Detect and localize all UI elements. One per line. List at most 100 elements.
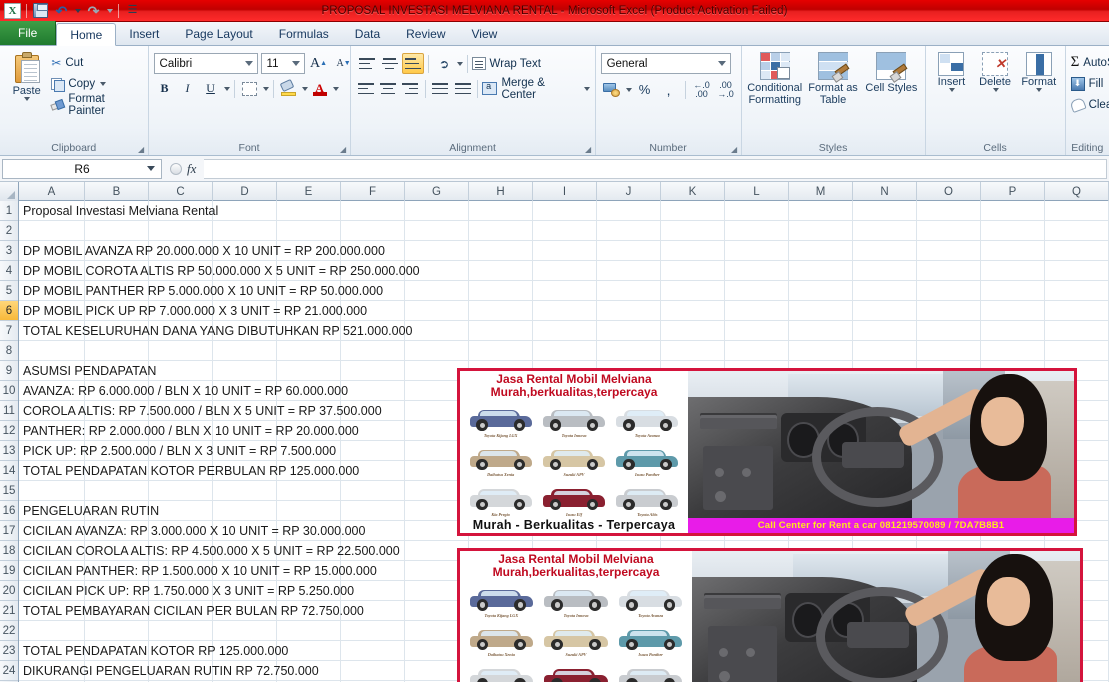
number-format-combo[interactable]: General [600, 53, 731, 74]
cell-G3[interactable] [405, 241, 469, 261]
column-header-P[interactable]: P [981, 182, 1045, 201]
copy-button[interactable]: Copy [48, 74, 142, 93]
cell-G2[interactable] [405, 221, 469, 241]
number-format-dropdown-icon[interactable] [717, 61, 726, 66]
cell-L7[interactable] [725, 321, 789, 341]
align-top-button[interactable] [356, 53, 378, 74]
column-header-B[interactable]: B [85, 182, 149, 201]
row-headers[interactable]: 1234567891011121314151617181920212223242… [0, 201, 19, 682]
cell-H4[interactable] [469, 261, 533, 281]
cell-Q3[interactable] [1045, 241, 1109, 261]
grid-row-5[interactable]: DP MOBIL PANTHER RP 5.000.000 X 10 UNIT … [19, 281, 1109, 301]
increase-indent-button[interactable] [452, 78, 473, 99]
cell-P6[interactable] [981, 301, 1045, 321]
ad-image-top[interactable]: Jasa Rental Mobil Melviana Murah,berkual… [457, 368, 1077, 536]
undo-icon[interactable]: ↶ [52, 2, 71, 20]
cell-Q8[interactable] [1045, 341, 1109, 361]
cell-M4[interactable] [789, 261, 853, 281]
cell-L6[interactable] [725, 301, 789, 321]
cell-C22[interactable] [149, 621, 213, 641]
cell-I7[interactable] [533, 321, 597, 341]
italic-button[interactable]: I [177, 78, 199, 99]
font-color-button[interactable]: A [309, 78, 331, 99]
tab-file[interactable]: File [0, 21, 57, 45]
cell-J2[interactable] [597, 221, 661, 241]
cell-K3[interactable] [661, 241, 725, 261]
cell-E22[interactable] [277, 621, 341, 641]
column-header-K[interactable]: K [661, 182, 725, 201]
format-as-table-button[interactable]: Format as Table [805, 49, 861, 106]
row-header-18[interactable]: 18 [0, 541, 18, 561]
comma-style-button[interactable]: , [658, 79, 680, 100]
cell-K1[interactable] [661, 201, 725, 221]
cell-P7[interactable] [981, 321, 1045, 341]
cell-L5[interactable] [725, 281, 789, 301]
row-header-12[interactable]: 12 [0, 421, 18, 441]
cell-O6[interactable] [917, 301, 981, 321]
row-header-11[interactable]: 11 [0, 401, 18, 421]
row-header-22[interactable]: 22 [0, 621, 18, 641]
delete-cells-button[interactable]: ✕ Delete [974, 49, 1016, 92]
alignment-dialog-launcher-icon[interactable]: ◢ [584, 145, 593, 154]
cell-Q7[interactable] [1045, 321, 1109, 341]
cell-J6[interactable] [597, 301, 661, 321]
name-box[interactable]: R6 [2, 158, 162, 179]
merge-dropdown-icon[interactable] [583, 86, 590, 91]
cell-I3[interactable] [533, 241, 597, 261]
column-header-O[interactable]: O [917, 182, 981, 201]
cell-L1[interactable] [725, 201, 789, 221]
paste-dropdown-icon[interactable] [24, 97, 31, 101]
cell-H8[interactable] [469, 341, 533, 361]
tab-formulas[interactable]: Formulas [266, 22, 342, 45]
cell-N3[interactable] [853, 241, 917, 261]
redo-dropdown-icon[interactable] [105, 2, 114, 20]
redo-icon[interactable]: ↷ [84, 2, 103, 20]
row-header-7[interactable]: 7 [0, 321, 18, 341]
cell-J3[interactable] [597, 241, 661, 261]
cell-I2[interactable] [533, 221, 597, 241]
insert-function-icon[interactable]: fx [187, 161, 196, 177]
row-header-17[interactable]: 17 [0, 521, 18, 541]
autosum-button[interactable]: Σ AutoSum [1071, 52, 1109, 73]
row-header-9[interactable]: 9 [0, 361, 18, 381]
cell-G8[interactable] [405, 341, 469, 361]
delete-dropdown-icon[interactable] [992, 88, 999, 92]
cell-G6[interactable] [405, 301, 469, 321]
borders-button[interactable] [239, 78, 261, 99]
number-dialog-launcher-icon[interactable]: ◢ [730, 145, 739, 154]
wrap-text-button[interactable]: Wrap Text [471, 54, 541, 74]
cell-G1[interactable] [405, 201, 469, 221]
copy-dropdown-icon[interactable] [100, 81, 107, 86]
cell-Q2[interactable] [1045, 221, 1109, 241]
orientation-button[interactable]: ➲ [433, 53, 455, 74]
cell-N1[interactable] [853, 201, 917, 221]
cell-H5[interactable] [469, 281, 533, 301]
column-header-A[interactable]: A [19, 182, 85, 201]
customize-qat-icon[interactable]: ☰ [123, 2, 142, 20]
column-header-J[interactable]: J [597, 182, 661, 201]
row-header-1[interactable]: 1 [0, 201, 18, 221]
cell-J1[interactable] [597, 201, 661, 221]
cell-A8[interactable] [19, 341, 85, 361]
cell-M2[interactable] [789, 221, 853, 241]
decrease-decimal-button[interactable]: .00 →.0 [715, 79, 737, 100]
align-middle-button[interactable] [379, 53, 401, 74]
cell-M5[interactable] [789, 281, 853, 301]
row-header-3[interactable]: 3 [0, 241, 18, 261]
align-left-button[interactable] [356, 78, 377, 99]
cell-P1[interactable] [981, 201, 1045, 221]
cell-D16[interactable] [213, 501, 277, 521]
cell-C2[interactable] [149, 221, 213, 241]
underline-dropdown-icon[interactable] [223, 86, 230, 91]
font-name-dropdown-icon[interactable] [244, 61, 253, 66]
cell-L8[interactable] [725, 341, 789, 361]
cell-O1[interactable] [917, 201, 981, 221]
cell-I4[interactable] [533, 261, 597, 281]
cell-P3[interactable] [981, 241, 1045, 261]
cell-E2[interactable] [277, 221, 341, 241]
row-header-14[interactable]: 14 [0, 461, 18, 481]
cell-O5[interactable] [917, 281, 981, 301]
cell-G7[interactable] [405, 321, 469, 341]
name-box-dropdown-icon[interactable] [147, 166, 155, 171]
align-right-button[interactable] [400, 78, 421, 99]
